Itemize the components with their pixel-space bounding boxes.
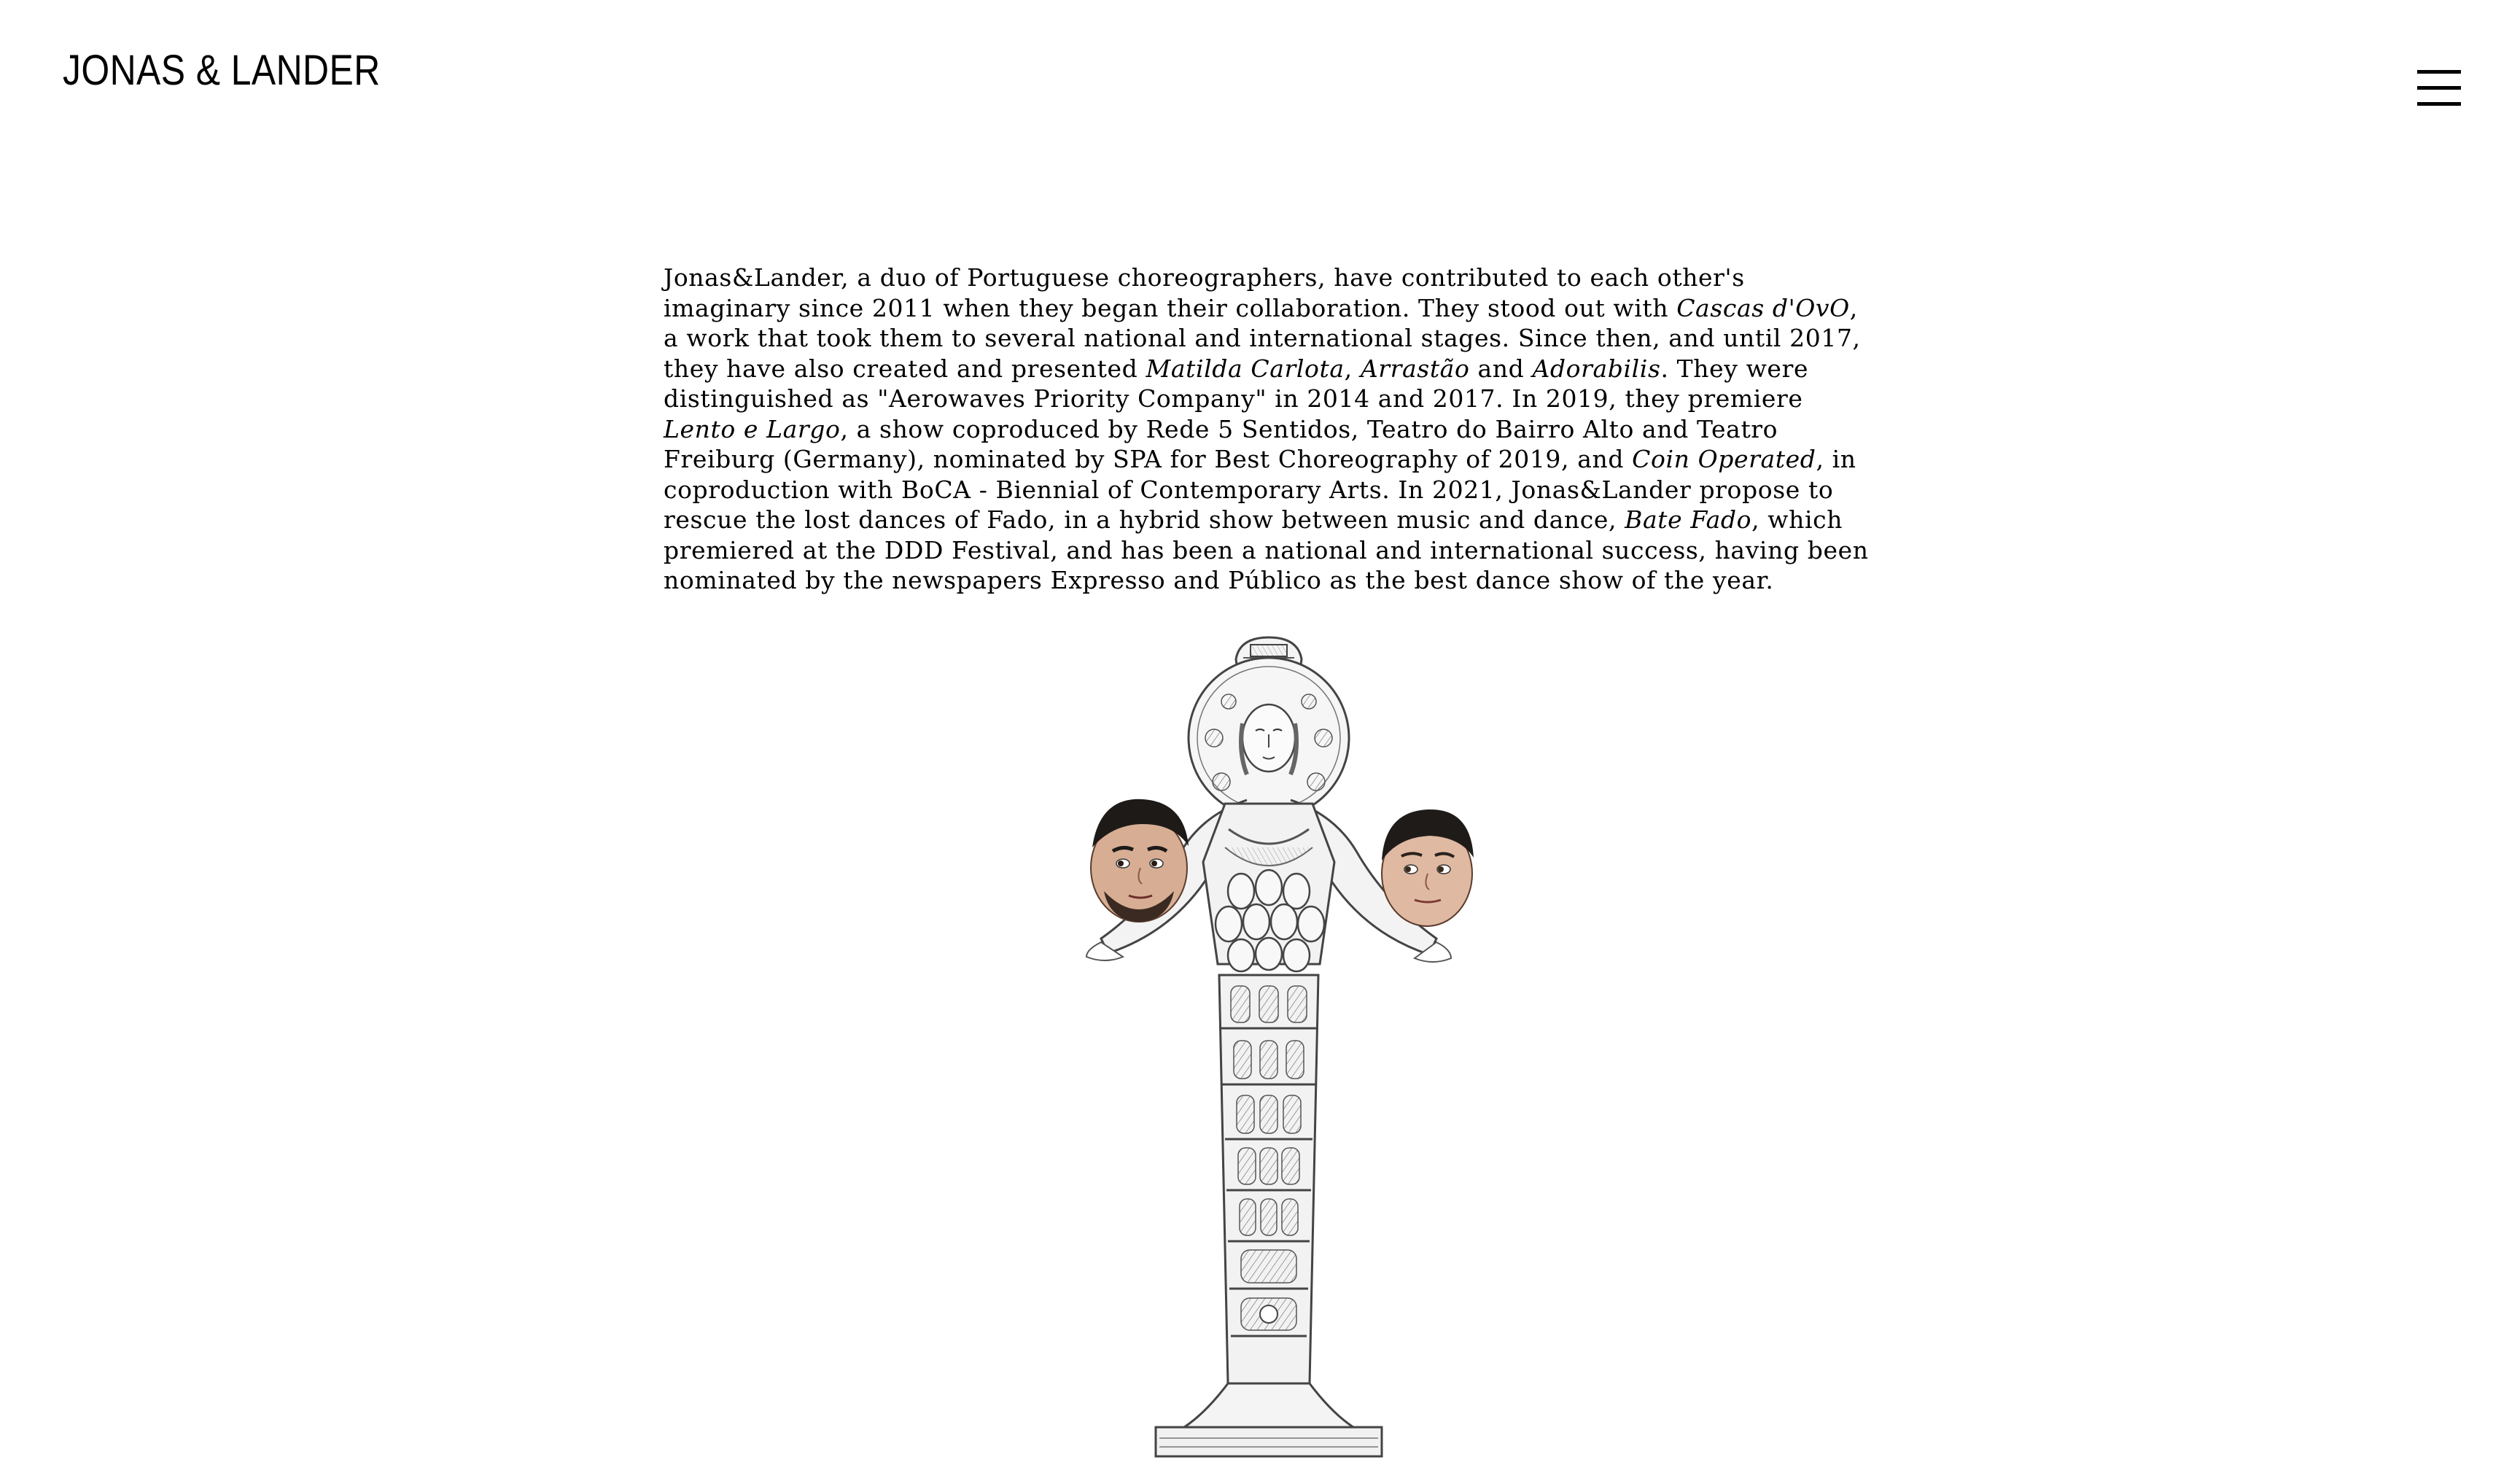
statue-column — [1218, 974, 1320, 1385]
menu-bar-top — [2417, 70, 2461, 74]
bio-text: , — [1344, 354, 1361, 383]
right-performer-head — [1381, 809, 1474, 927]
bio-text: Jonas&Lander, a duo of Portuguese choreo… — [664, 263, 1745, 322]
work-title: Lento e Largo — [664, 414, 841, 443]
statue-ovoids — [1214, 869, 1326, 973]
left-performer-head — [1090, 799, 1189, 923]
bio-text: and — [1469, 354, 1533, 383]
work-title: Bate Fado — [1625, 505, 1752, 534]
menu-bar-middle — [2417, 86, 2461, 90]
site-logo[interactable]: JONAS & LANDER — [63, 50, 381, 92]
artemis-statue-illustration — [1085, 636, 1474, 1458]
statue-base — [1154, 1382, 1383, 1458]
site-header: JONAS & LANDER — [0, 0, 2520, 160]
work-title: Coin Operated — [1632, 445, 1816, 473]
menu-bar-bottom — [2417, 102, 2461, 106]
work-title: Adorabilis — [1532, 354, 1661, 383]
hamburger-menu-icon[interactable] — [2417, 70, 2461, 106]
work-title: Cascas d'OvO — [1676, 293, 1850, 322]
work-title: Matilda Carlota — [1146, 354, 1345, 383]
artemis-collage-image — [1050, 629, 1488, 1460]
bio-paragraph: Jonas&Lander, a duo of Portuguese choreo… — [664, 263, 1874, 596]
work-title: Arrastão — [1360, 354, 1470, 383]
